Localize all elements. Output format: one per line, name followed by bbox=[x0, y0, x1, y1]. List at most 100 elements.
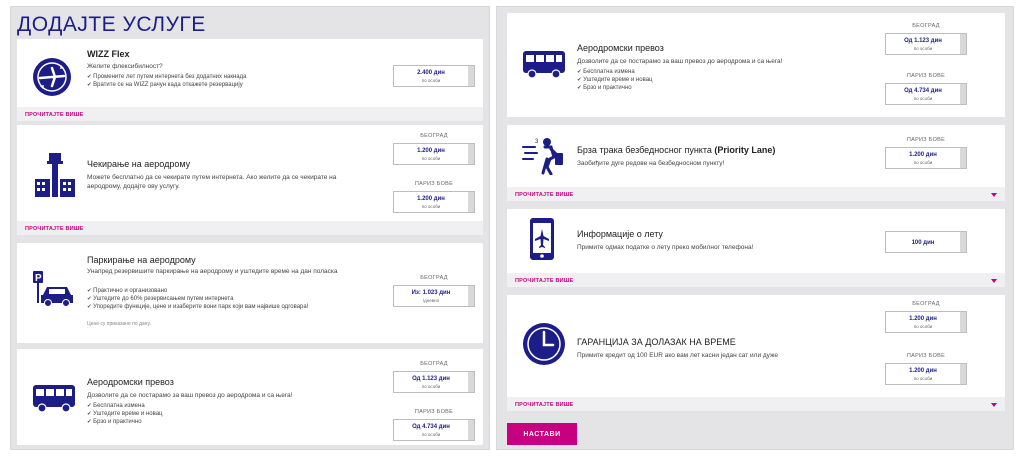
price-option-flex[interactable]: 2.400 дин по особи bbox=[393, 65, 475, 87]
benefit-item: Уштедите до 60% резервисањем путем интер… bbox=[87, 295, 377, 303]
service-card-priority-lane: 3 Брза трака безбедносног пункта (Priori… bbox=[507, 125, 1005, 201]
price-option-flight-info[interactable]: 100 дин bbox=[885, 231, 967, 253]
price-amount: Од 4.734 дин bbox=[412, 424, 450, 430]
price-option-belgrade[interactable]: 1.200 дин по особи bbox=[885, 311, 967, 333]
service-title: Информације о лету bbox=[577, 229, 663, 239]
service-title: Чекирање на аеродрому bbox=[87, 159, 191, 169]
price-unit: по особи bbox=[421, 156, 441, 161]
price-amount: 100 дин bbox=[911, 240, 935, 246]
benefit-item: Практично и организовано bbox=[87, 287, 377, 295]
benefit-item: Вратите се на WIZZ рачун када откажете р… bbox=[87, 81, 246, 89]
expand-caret-icon[interactable] bbox=[991, 403, 997, 407]
location-label: ПАРИЗ БОВЕ bbox=[414, 181, 454, 187]
svg-text:3: 3 bbox=[535, 139, 539, 145]
service-description: Можете бесплатно да се чекирате путем ин… bbox=[87, 174, 337, 190]
service-card-flight-info: Информације о лету Примите одмах податке… bbox=[507, 209, 1005, 287]
location-label: БЕОГРАД bbox=[420, 275, 448, 281]
price-amount: 1.200 дин bbox=[417, 148, 445, 154]
location-label: ПАРИЗ БОВЕ bbox=[906, 353, 946, 359]
benefit-item: Брзо и практично bbox=[87, 418, 162, 426]
clock-icon bbox=[521, 321, 567, 372]
price-option-paris[interactable]: 1.200 дин по особи bbox=[885, 363, 967, 385]
services-column-right: Аеродромски превоз Дозволите да се поста… bbox=[496, 6, 1014, 450]
price-unit: по особи bbox=[913, 46, 933, 51]
location-label: БЕОГРАД bbox=[912, 23, 940, 29]
price-unit: по особи bbox=[913, 96, 933, 101]
service-description: Примите кредит од 100 EUR ако вам лет ка… bbox=[577, 352, 778, 359]
read-more-link[interactable]: ПРОЧИТАЈТЕ ВИШЕ bbox=[25, 226, 83, 232]
service-card-transfer-left: Аеродромски превоз Дозволите да се поста… bbox=[17, 349, 483, 445]
service-title: ГАРАНЦИЈА ЗА ДОЛАЗАК НА ВРЕМЕ bbox=[577, 337, 736, 347]
expand-caret-icon[interactable] bbox=[991, 193, 997, 197]
price-option-paris[interactable]: Од 4.734 дин по особи bbox=[393, 419, 475, 441]
service-description: Заобиђите дуге редове на безбедносном пу… bbox=[577, 160, 725, 167]
price-unit: по особи bbox=[421, 204, 441, 209]
card-footer: ПРОЧИТАЈТЕ ВИШЕ bbox=[507, 397, 1005, 411]
expand-caret-icon[interactable] bbox=[991, 279, 997, 283]
svg-text:P: P bbox=[35, 273, 42, 284]
service-card-checkin: Чекирање на аеродрому Можете бесплатно д… bbox=[17, 125, 483, 235]
location-label: ПАРИЗ БОВЕ bbox=[906, 73, 946, 79]
benefit-item: Бесплатна измена bbox=[577, 68, 652, 76]
price-amount: Од 1.123 дин bbox=[904, 38, 942, 44]
service-subtitle: Желите флексибилност? bbox=[87, 63, 163, 70]
price-amount: 1.200 дин bbox=[909, 316, 937, 322]
price-unit: по особи bbox=[913, 376, 933, 381]
price-option-belgrade[interactable]: Из: 1.023 дин /дневно bbox=[393, 285, 475, 307]
price-unit: по особи bbox=[913, 324, 933, 329]
phone-plane-icon bbox=[529, 217, 555, 266]
price-amount: Од 1.123 дин bbox=[412, 376, 450, 382]
service-card-transfer-right: Аеродромски превоз Дозволите да се поста… bbox=[507, 13, 1005, 117]
price-option-belgrade[interactable]: 1.200 дин по особи bbox=[393, 143, 475, 165]
price-option-belgrade[interactable]: Од 1.123 дин по особи bbox=[885, 33, 967, 55]
service-title: Брза трака безбедносног пункта (Priority… bbox=[577, 145, 775, 155]
location-label: БЕОГРАД bbox=[420, 133, 448, 139]
benefits-list: Промените лет путем интернета без додатн… bbox=[87, 73, 246, 89]
services-column-left: ДОДАЈТЕ УСЛУГЕ WIZZ Flex Желите флексиби… bbox=[10, 6, 490, 450]
price-amount: Од 4.734 дин bbox=[904, 88, 942, 94]
service-title: WIZZ Flex bbox=[87, 49, 130, 59]
card-footer: ПРОЧИТАЈТЕ ВИШЕ bbox=[17, 221, 483, 235]
card-footer: ПРОЧИТАЈТЕ ВИШЕ bbox=[507, 187, 1005, 201]
benefit-item: Упоредите функције, цене и изаберите вон… bbox=[87, 303, 377, 311]
benefits-list: Бесплатна измена Уштедите време и новац … bbox=[577, 68, 652, 92]
location-label: ПАРИЗ БОВЕ bbox=[414, 409, 454, 415]
service-title-badge: (Priority Lane) bbox=[714, 145, 776, 155]
benefits-list: Практично и организовано Уштедите до 60%… bbox=[87, 287, 377, 311]
price-option-belgrade[interactable]: Од 1.123 дин по особи bbox=[393, 371, 475, 393]
benefits-list: Бесплатна измена Уштедите време и новац … bbox=[87, 402, 162, 426]
location-label: БЕОГРАД bbox=[912, 301, 940, 307]
price-option-paris[interactable]: 1.200 дин по особи bbox=[393, 191, 475, 213]
benefit-item: Бесплатна измена bbox=[87, 402, 162, 410]
price-option-paris[interactable]: Од 4.734 дин по особи bbox=[885, 83, 967, 105]
read-more-link[interactable]: ПРОЧИТАЈТЕ ВИШЕ bbox=[515, 192, 573, 198]
service-card-parking: P Паркирање на аеродрому Унапред резерви… bbox=[17, 243, 483, 343]
read-more-link[interactable]: ПРОЧИТАЈТЕ ВИШЕ bbox=[25, 112, 83, 118]
continue-button[interactable]: НАСТАВИ bbox=[507, 423, 577, 445]
plane-circle-icon bbox=[31, 56, 73, 103]
benefit-item: Брзо и практично bbox=[577, 84, 652, 92]
price-option-paris[interactable]: 1.200 дин по особи bbox=[885, 147, 967, 169]
price-amount: 1.200 дин bbox=[909, 368, 937, 374]
price-amount: 2.400 дин bbox=[417, 70, 445, 76]
price-amount: 1.200 дин bbox=[417, 196, 445, 202]
bus-icon bbox=[31, 383, 77, 418]
service-title: Аеродромски превоз bbox=[577, 43, 664, 53]
read-more-link[interactable]: ПРОЧИТАЈТЕ ВИШЕ bbox=[515, 278, 573, 284]
service-card-arrival-guarantee: ГАРАНЦИЈА ЗА ДОЛАЗАК НА ВРЕМЕ Примите кр… bbox=[507, 295, 1005, 411]
parking-car-icon: P bbox=[31, 269, 75, 314]
benefit-item: Промените лет путем интернета без додатн… bbox=[87, 73, 246, 81]
read-more-link[interactable]: ПРОЧИТАЈТЕ ВИШЕ bbox=[515, 402, 573, 408]
benefit-item: Уштедите време и новац bbox=[577, 76, 652, 84]
page-title: ДОДАЈТЕ УСЛУГЕ bbox=[17, 13, 206, 36]
service-description: Дозволите да се постарамо за ваш превоз … bbox=[87, 392, 293, 399]
price-unit: по особи bbox=[421, 432, 441, 437]
running-traveler-icon: 3 bbox=[521, 137, 567, 180]
price-amount: 1.200 дин bbox=[909, 152, 937, 158]
service-title: Паркирање на аеродрому bbox=[87, 255, 196, 265]
service-title: Аеродромски превоз bbox=[87, 377, 174, 387]
airport-tower-icon bbox=[33, 151, 77, 202]
service-card-flex: WIZZ Flex Желите флексибилност? Променит… bbox=[17, 39, 483, 121]
card-footer: ПРОЧИТАЈТЕ ВИШЕ bbox=[17, 107, 483, 121]
service-description: Унапред резервишите паркирање на аеродро… bbox=[87, 268, 338, 275]
